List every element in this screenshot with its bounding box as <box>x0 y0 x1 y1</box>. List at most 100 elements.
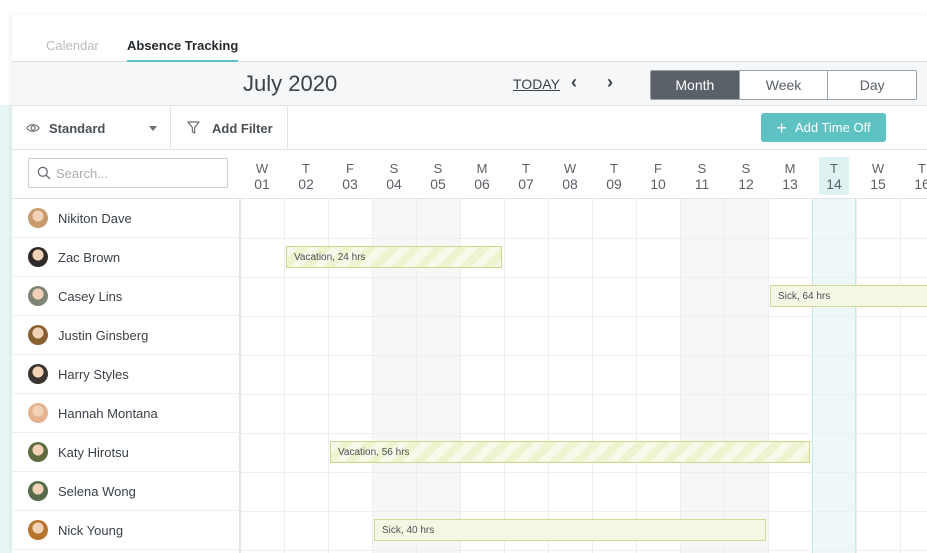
day-number: 15 <box>870 176 886 192</box>
search-box <box>28 158 228 188</box>
event-label: Sick, 64 hrs <box>778 290 831 302</box>
eye-icon <box>26 124 40 132</box>
view-select[interactable]: Standard <box>12 106 171 150</box>
day-number: 06 <box>474 176 490 192</box>
chevron-left-icon[interactable]: ‹ <box>571 72 577 93</box>
avatar <box>28 481 48 501</box>
day-letter: M <box>476 161 488 176</box>
schedule-grid: Vacation, 24 hrs Sick, 64 hrs Vacation, 56… <box>12 199 927 553</box>
row-divider <box>240 238 927 239</box>
vacation-event-bar[interactable]: Vacation, 56 hrs <box>330 441 810 463</box>
people-list: Nikiton Dave Zac Brown Casey Lins Justin Gi… <box>12 199 240 553</box>
person-name: Nikiton Dave <box>58 210 132 226</box>
row-divider <box>240 316 927 317</box>
day-header-01: W 01 <box>240 150 284 199</box>
add-time-off-label: Add Time Off <box>794 120 871 135</box>
grid-column-09 <box>592 199 636 553</box>
day-header-04: S 04 <box>372 150 416 199</box>
day-header-12: S 12 <box>724 150 768 199</box>
person-row[interactable]: Nick Young <box>12 511 240 550</box>
person-row[interactable]: Nikiton Dave <box>12 199 240 238</box>
sick-event-bar[interactable]: Sick, 40 hrs <box>374 519 766 541</box>
view-select-label: Standard <box>49 120 106 136</box>
row-divider <box>240 550 927 551</box>
day-header-10: F 10 <box>636 150 680 199</box>
day-letter: W <box>563 161 577 176</box>
day-header-05: S 05 <box>416 150 460 199</box>
add-filter-label: Add Filter <box>212 120 273 136</box>
person-row[interactable]: Hannah Montana <box>12 394 240 433</box>
day-letter: T <box>918 161 926 176</box>
avatar <box>28 364 48 384</box>
add-time-off-button[interactable]: + Add Time Off <box>761 113 886 142</box>
sick-event-bar[interactable]: Sick, 64 hrs <box>770 285 927 307</box>
avatar <box>28 208 48 228</box>
avatar <box>28 325 48 345</box>
grid-column-07 <box>504 199 548 553</box>
person-row[interactable]: Casey Lins <box>12 277 240 316</box>
day-number: 09 <box>606 176 622 192</box>
day-number: 03 <box>342 176 358 192</box>
person-name: Harry Styles <box>58 366 129 382</box>
grid-column-11 <box>680 199 724 553</box>
left-edge-strip <box>0 105 12 553</box>
avatar <box>28 247 48 267</box>
event-label: Sick, 40 hrs <box>382 524 435 536</box>
toolbar: Standard Add Filter + Add Time Off <box>12 106 927 150</box>
grid-column-13 <box>768 199 812 553</box>
grid-column-10 <box>636 199 680 553</box>
day-letter: F <box>654 161 662 176</box>
tab-bar: Calendar Absence Tracking <box>12 15 927 63</box>
tab-calendar[interactable]: Calendar <box>46 38 99 62</box>
vacation-event-bar[interactable]: Vacation, 24 hrs <box>286 246 502 268</box>
view-week-button[interactable]: Week <box>738 71 828 99</box>
day-header-08: W 08 <box>548 150 592 199</box>
grid-column-14 <box>812 199 856 553</box>
grid-column-15 <box>856 199 900 553</box>
day-number: 04 <box>386 176 402 192</box>
row-divider <box>240 355 927 356</box>
grid-column-08 <box>548 199 592 553</box>
day-number: 13 <box>782 176 798 192</box>
day-letter: S <box>433 161 443 176</box>
filter-icon <box>187 121 200 134</box>
day-letter: W <box>871 161 885 176</box>
today-link[interactable]: TODAY <box>513 76 560 92</box>
day-number: 05 <box>430 176 446 192</box>
person-name: Zac Brown <box>58 249 121 265</box>
grid-column-12 <box>724 199 768 553</box>
person-name: Katy Hirotsu <box>58 444 129 460</box>
day-header-07: T 07 <box>504 150 548 199</box>
view-switcher: Month Week Day <box>650 70 917 100</box>
day-header-02: T 02 <box>284 150 328 199</box>
day-letter: T <box>302 161 310 176</box>
tab-absence-tracking[interactable]: Absence Tracking <box>127 38 239 63</box>
day-header-13: M 13 <box>768 150 812 199</box>
day-header-15: W 15 <box>856 150 900 199</box>
view-day-button[interactable]: Day <box>827 71 916 99</box>
page-title: July 2020 <box>243 71 338 96</box>
person-row[interactable]: Zac Brown <box>12 238 240 277</box>
person-name: Nick Young <box>58 522 124 538</box>
search-icon <box>37 166 51 180</box>
person-row[interactable]: Harry Styles <box>12 355 240 394</box>
day-letter: W <box>255 161 269 176</box>
person-name: Hannah Montana <box>58 405 158 421</box>
row-divider <box>240 433 927 434</box>
day-header-16: T 16 <box>900 150 927 199</box>
search-input[interactable] <box>56 165 216 181</box>
row-divider <box>240 394 927 395</box>
day-letter: F <box>346 161 354 176</box>
day-letter: T <box>522 161 530 176</box>
add-filter-button[interactable]: Add Filter <box>171 106 288 150</box>
day-number: 02 <box>298 176 314 192</box>
person-row[interactable]: Justin Ginsberg <box>12 316 240 355</box>
view-month-button[interactable]: Month <box>651 71 739 99</box>
day-header-09: T 09 <box>592 150 636 199</box>
person-row[interactable]: Katy Hirotsu <box>12 433 240 472</box>
person-name: Selena Wong <box>58 483 136 499</box>
chevron-right-icon[interactable]: › <box>607 72 613 93</box>
day-number: 10 <box>650 176 666 192</box>
day-header-03: F 03 <box>328 150 372 199</box>
person-row[interactable]: Selena Wong <box>12 472 240 511</box>
